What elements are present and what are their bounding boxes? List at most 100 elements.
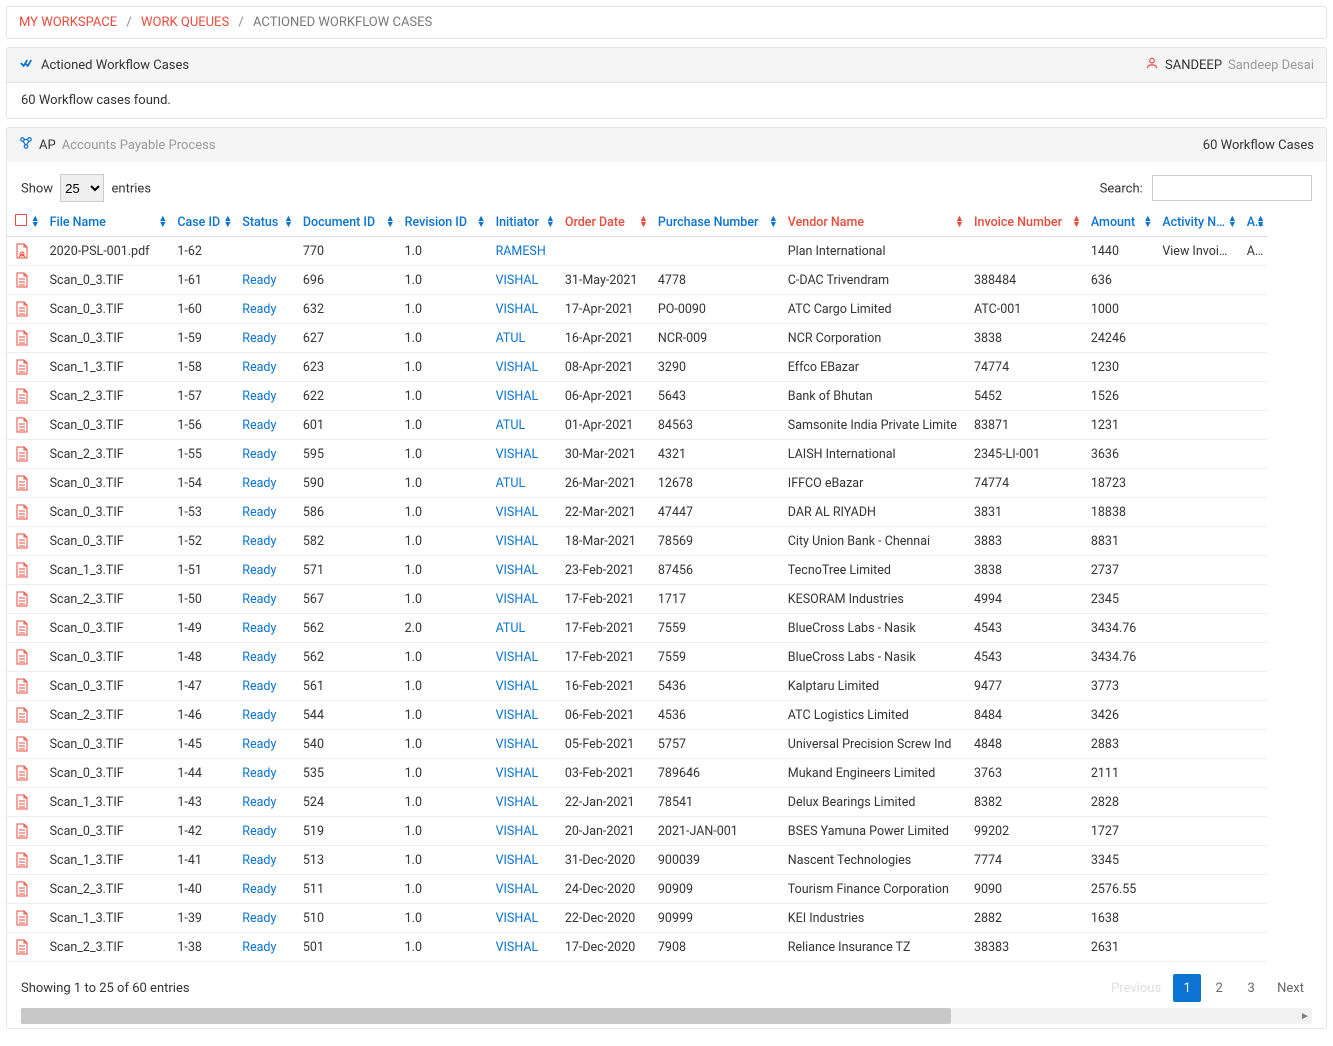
status-link[interactable]: Ready <box>242 418 276 433</box>
column-header-assigned[interactable]: As▲▼ <box>1239 208 1267 237</box>
initiator-link[interactable]: VISHAL <box>496 795 539 810</box>
initiator-link[interactable]: VISHAL <box>496 824 539 839</box>
scroll-right-arrow[interactable]: ► <box>1298 1008 1312 1024</box>
status-link[interactable]: Ready <box>242 447 276 462</box>
status-link[interactable]: Ready <box>242 853 276 868</box>
initiator-link[interactable]: VISHAL <box>496 766 539 781</box>
status-link[interactable]: Ready <box>242 360 276 375</box>
table-row[interactable]: Scan_2_3.TIF1-40Ready5111.0VISHAL24-Dec-… <box>7 875 1267 904</box>
status-link[interactable]: Ready <box>242 911 276 926</box>
initiator-link[interactable]: ATUL <box>496 621 526 636</box>
column-header-purchase_number[interactable]: Purchase Number▲▼ <box>650 208 780 237</box>
status-link[interactable]: Ready <box>242 302 276 317</box>
table-row[interactable]: Scan_1_3.TIF1-43Ready5241.0VISHAL22-Jan-… <box>7 788 1267 817</box>
initiator-link[interactable]: VISHAL <box>496 534 539 549</box>
table-row[interactable]: Scan_0_3.TIF1-48Ready5621.0VISHAL17-Feb-… <box>7 643 1267 672</box>
table-row[interactable]: Scan_1_3.TIF1-58Ready6231.0VISHAL08-Apr-… <box>7 353 1267 382</box>
table-row[interactable]: Scan_0_3.TIF1-42Ready5191.0VISHAL20-Jan-… <box>7 817 1267 846</box>
column-header-order_date[interactable]: Order Date▲▼ <box>557 208 650 237</box>
initiator-link[interactable]: VISHAL <box>496 302 539 317</box>
initiator-link[interactable]: VISHAL <box>496 360 539 375</box>
initiator-link[interactable]: VISHAL <box>496 505 539 520</box>
initiator-link[interactable]: VISHAL <box>496 650 539 665</box>
status-link[interactable]: Ready <box>242 273 276 288</box>
table-row[interactable]: Scan_0_3.TIF1-54Ready5901.0ATUL26-Mar-20… <box>7 469 1267 498</box>
initiator-link[interactable]: VISHAL <box>496 563 539 578</box>
column-header-status[interactable]: Status▲▼ <box>234 208 295 237</box>
initiator-link[interactable]: VISHAL <box>496 592 539 607</box>
initiator-link[interactable]: VISHAL <box>496 940 539 955</box>
initiator-link[interactable]: VISHAL <box>496 708 539 723</box>
table-row[interactable]: Scan_2_3.TIF1-57Ready6221.0VISHAL06-Apr-… <box>7 382 1267 411</box>
pager-page-2[interactable]: 2 <box>1205 974 1233 1002</box>
table-row[interactable]: Scan_2_3.TIF1-55Ready5951.0VISHAL30-Mar-… <box>7 440 1267 469</box>
initiator-link[interactable]: VISHAL <box>496 853 539 868</box>
horizontal-scrollbar[interactable]: ◄ ► <box>21 1008 1312 1024</box>
status-link[interactable]: Ready <box>242 824 276 839</box>
table-row[interactable]: Scan_0_3.TIF1-60Ready6321.0VISHAL17-Apr-… <box>7 295 1267 324</box>
initiator-link[interactable]: ATUL <box>496 418 526 433</box>
initiator-link[interactable]: ATUL <box>496 331 526 346</box>
column-header-invoice_number[interactable]: Invoice Number▲▼ <box>966 208 1083 237</box>
scroll-thumb[interactable] <box>21 1008 951 1024</box>
column-header-document_id[interactable]: Document ID▲▼ <box>295 208 397 237</box>
table-row[interactable]: Scan_2_3.TIF1-38Ready5011.0VISHAL17-Dec-… <box>7 933 1267 962</box>
status-link[interactable]: Ready <box>242 563 276 578</box>
status-link[interactable]: Ready <box>242 737 276 752</box>
table-row[interactable]: Scan_0_3.TIF1-49Ready5622.0ATUL17-Feb-20… <box>7 614 1267 643</box>
pager-page-3[interactable]: 3 <box>1237 974 1265 1002</box>
status-link[interactable]: Ready <box>242 940 276 955</box>
status-link[interactable]: Ready <box>242 389 276 404</box>
status-link[interactable]: Ready <box>242 882 276 897</box>
table-row[interactable]: Scan_1_3.TIF1-39Ready5101.0VISHAL22-Dec-… <box>7 904 1267 933</box>
table-row[interactable]: 2020-PSL-001.pdf1-627701.0RAMESHPlan Int… <box>7 237 1267 266</box>
column-header-revision_id[interactable]: Revision ID▲▼ <box>397 208 488 237</box>
table-row[interactable]: Scan_0_3.TIF1-47Ready5611.0VISHAL16-Feb-… <box>7 672 1267 701</box>
initiator-link[interactable]: VISHAL <box>496 737 539 752</box>
initiator-link[interactable]: VISHAL <box>496 882 539 897</box>
table-row[interactable]: Scan_0_3.TIF1-44Ready5351.0VISHAL03-Feb-… <box>7 759 1267 788</box>
table-row[interactable]: Scan_0_3.TIF1-45Ready5401.0VISHAL05-Feb-… <box>7 730 1267 759</box>
initiator-link[interactable]: VISHAL <box>496 447 539 462</box>
status-link[interactable]: Ready <box>242 766 276 781</box>
status-link[interactable]: Ready <box>242 795 276 810</box>
column-header-icon[interactable]: ▲▼ <box>7 208 42 237</box>
table-row[interactable]: Scan_0_3.TIF1-53Ready5861.0VISHAL22-Mar-… <box>7 498 1267 527</box>
status-link[interactable]: Ready <box>242 679 276 694</box>
status-link[interactable]: Ready <box>242 534 276 549</box>
pager-page-1[interactable]: 1 <box>1173 974 1201 1002</box>
initiator-link[interactable]: RAMESH <box>496 244 546 259</box>
table-row[interactable]: Scan_1_3.TIF1-51Ready5711.0VISHAL23-Feb-… <box>7 556 1267 585</box>
crumb-workspace[interactable]: MY WORKSPACE <box>19 15 117 30</box>
initiator-link[interactable]: VISHAL <box>496 389 539 404</box>
column-header-file_name[interactable]: File Name▲▼ <box>42 208 170 237</box>
pager-next[interactable]: Next <box>1269 974 1312 1002</box>
column-header-amount[interactable]: Amount▲▼ <box>1083 208 1154 237</box>
status-link[interactable]: Ready <box>242 331 276 346</box>
status-link[interactable]: Ready <box>242 505 276 520</box>
select-all-checkbox[interactable] <box>15 214 27 226</box>
table-row[interactable]: Scan_1_3.TIF1-41Ready5131.0VISHAL31-Dec-… <box>7 846 1267 875</box>
search-input[interactable] <box>1152 175 1312 201</box>
column-header-case_id[interactable]: Case ID▲▼ <box>169 208 234 237</box>
status-link[interactable]: Ready <box>242 621 276 636</box>
initiator-link[interactable]: VISHAL <box>496 679 539 694</box>
status-link[interactable]: Ready <box>242 592 276 607</box>
page-size-select[interactable]: 102550100 <box>60 174 104 202</box>
crumb-queues[interactable]: WORK QUEUES <box>141 15 229 30</box>
status-link[interactable]: Ready <box>242 476 276 491</box>
status-link[interactable]: Ready <box>242 650 276 665</box>
table-row[interactable]: Scan_2_3.TIF1-46Ready5441.0VISHAL06-Feb-… <box>7 701 1267 730</box>
table-row[interactable]: Scan_2_3.TIF1-50Ready5671.0VISHAL17-Feb-… <box>7 585 1267 614</box>
column-header-activity_name[interactable]: Activity Name▲▼ <box>1154 208 1238 237</box>
table-row[interactable]: Scan_0_3.TIF1-56Ready6011.0ATUL01-Apr-20… <box>7 411 1267 440</box>
column-header-initiator[interactable]: Initiator▲▼ <box>488 208 557 237</box>
table-row[interactable]: Scan_0_3.TIF1-52Ready5821.0VISHAL18-Mar-… <box>7 527 1267 556</box>
initiator-link[interactable]: VISHAL <box>496 273 539 288</box>
initiator-link[interactable]: ATUL <box>496 476 526 491</box>
initiator-link[interactable]: VISHAL <box>496 911 539 926</box>
table-row[interactable]: Scan_0_3.TIF1-61Ready6961.0VISHAL31-May-… <box>7 266 1267 295</box>
table-row[interactable]: Scan_0_3.TIF1-59Ready6271.0ATUL16-Apr-20… <box>7 324 1267 353</box>
status-link[interactable]: Ready <box>242 708 276 723</box>
column-header-vendor_name[interactable]: Vendor Name▲▼ <box>780 208 966 237</box>
